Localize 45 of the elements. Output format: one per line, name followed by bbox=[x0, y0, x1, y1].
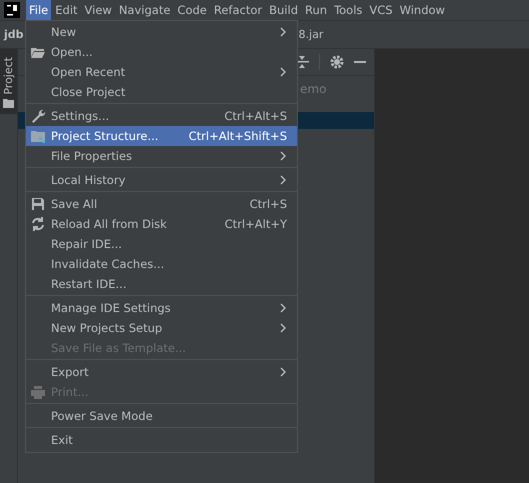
menu-bar-item[interactable]: Refactor bbox=[210, 0, 266, 20]
menu-item[interactable]: New Projects Setup bbox=[26, 318, 297, 338]
refresh-icon bbox=[30, 216, 46, 232]
shortcut-label: Ctrl+Alt+Shift+S bbox=[188, 129, 287, 143]
menu-item[interactable]: Restart IDE... bbox=[26, 274, 297, 294]
menu-bar-item[interactable]: Code bbox=[174, 0, 210, 20]
menu-bar-item[interactable]: Run bbox=[302, 0, 330, 20]
collapse-all-icon[interactable] bbox=[295, 55, 309, 69]
breadcrumb[interactable]: jdb bbox=[4, 28, 24, 41]
menu-item[interactable]: Repair IDE... bbox=[26, 234, 297, 254]
breadcrumb[interactable]: 8.jar bbox=[298, 28, 324, 41]
shortcut-label: Ctrl+Alt+S bbox=[224, 109, 287, 123]
menu-item[interactable]: Open... bbox=[26, 42, 297, 62]
settings-icon[interactable] bbox=[330, 55, 344, 69]
folder-icon bbox=[3, 98, 14, 108]
project-tool-tab[interactable]: Project bbox=[0, 49, 17, 114]
menu-bar-item[interactable]: Edit bbox=[52, 0, 81, 20]
shortcut-label: Ctrl+S bbox=[250, 197, 287, 211]
menu-item[interactable]: Settings... Ctrl+Alt+S bbox=[26, 106, 297, 126]
menu-bar-item[interactable]: Navigate bbox=[116, 0, 174, 20]
menu-item[interactable]: Reload All from Disk Ctrl+Alt+Y bbox=[26, 214, 297, 234]
folder-grid-icon bbox=[30, 128, 46, 144]
menu-bar-item[interactable]: View bbox=[82, 0, 115, 20]
menu-item[interactable]: File Properties bbox=[26, 146, 297, 166]
menu-bar-item[interactable]: Window bbox=[396, 0, 448, 20]
menu-bar-item[interactable]: File bbox=[26, 0, 52, 20]
menu-item[interactable]: Export bbox=[26, 362, 297, 382]
menu-item[interactable]: Close Project bbox=[26, 82, 297, 102]
tree-item-label: emo bbox=[300, 82, 328, 96]
printer-icon bbox=[30, 384, 46, 400]
menu-item[interactable]: Save All Ctrl+S bbox=[26, 194, 297, 214]
menu-item[interactable]: New bbox=[26, 22, 297, 42]
menu-bar-item[interactable]: Build bbox=[266, 0, 301, 20]
wrench-icon bbox=[30, 108, 46, 124]
shortcut-label: Ctrl+Alt+Y bbox=[224, 217, 287, 231]
menu-item[interactable]: Local History bbox=[26, 170, 297, 190]
menu-item[interactable]: Power Save Mode bbox=[26, 406, 297, 426]
menu-item[interactable]: Open Recent bbox=[26, 62, 297, 82]
menu-bar-item[interactable]: Tools bbox=[331, 0, 366, 20]
menu-bar-item[interactable]: VCS bbox=[366, 0, 396, 20]
menu-item[interactable]: Invalidate Caches... bbox=[26, 254, 297, 274]
app-logo-icon bbox=[4, 2, 20, 18]
menu-item[interactable]: Manage IDE Settings bbox=[26, 298, 297, 318]
menu-item[interactable]: Project Structure... Ctrl+Alt+Shift+S bbox=[26, 126, 297, 146]
menu-item[interactable]: Exit bbox=[26, 430, 297, 450]
